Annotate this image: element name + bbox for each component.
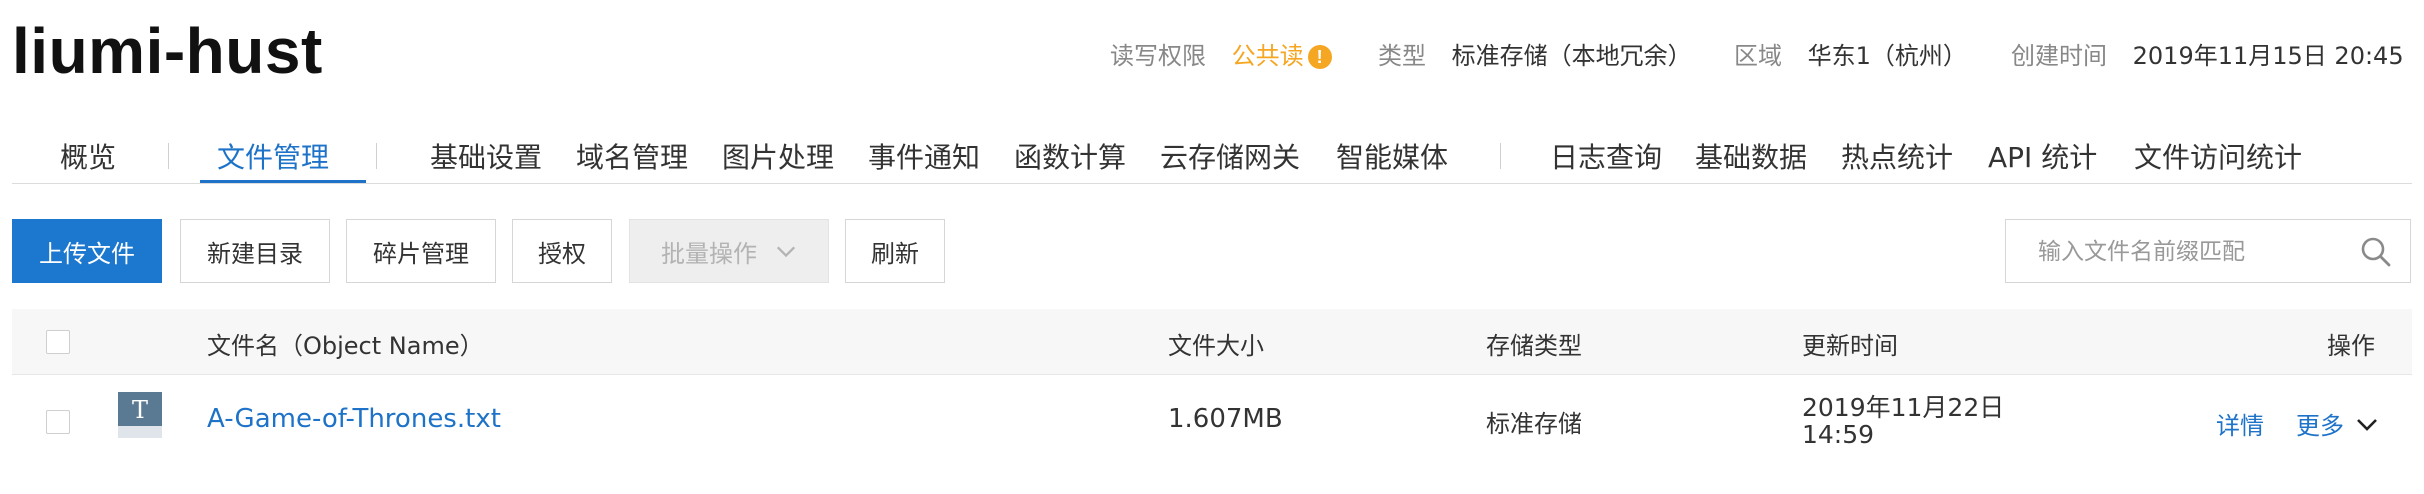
acl-value: 公共读 xyxy=(1231,42,1304,70)
tab-intelligent-media[interactable]: 智能媒体 xyxy=(1336,136,1448,176)
column-header-actions: 操作 xyxy=(2327,332,2375,360)
row-checkbox[interactable] xyxy=(46,410,70,434)
column-header-storage: 存储类型 xyxy=(1486,332,1582,360)
warning-icon[interactable]: ! xyxy=(1307,45,1332,69)
created-label: 创建时间 xyxy=(2011,42,2107,70)
chevron-down-icon[interactable] xyxy=(2355,412,2379,436)
active-tab-indicator xyxy=(200,180,366,183)
tab-overview[interactable]: 概览 xyxy=(60,136,116,176)
tab-storage-gateway[interactable]: 云存储网关 xyxy=(1160,136,1300,176)
batch-operation-label: 批量操作 xyxy=(661,239,757,268)
type-meta: 类型 标准存储（本地冗余） xyxy=(1378,36,1692,71)
search-box xyxy=(2005,219,2411,283)
new-directory-button[interactable]: 新建目录 xyxy=(180,219,330,283)
tab-log-query[interactable]: 日志查询 xyxy=(1550,136,1662,176)
tab-function-compute[interactable]: 函数计算 xyxy=(1014,136,1126,176)
tab-divider xyxy=(168,143,169,169)
file-size: 1.607MB xyxy=(1168,404,1283,434)
tabs-divider xyxy=(12,183,2412,184)
column-header-size: 文件大小 xyxy=(1168,332,1264,360)
search-icon[interactable] xyxy=(2360,236,2392,268)
tab-file-access-stats[interactable]: 文件访问统计 xyxy=(2134,136,2302,176)
updated-time: 14:59 xyxy=(1802,420,1875,449)
refresh-button[interactable]: 刷新 xyxy=(845,219,945,283)
select-all-checkbox[interactable] xyxy=(46,330,70,354)
bucket-name: liumi-hust xyxy=(12,15,323,87)
column-header-name: 文件名（Object Name） xyxy=(207,332,484,360)
authorize-button[interactable]: 授权 xyxy=(512,219,612,283)
type-label: 类型 xyxy=(1378,42,1426,70)
fragment-management-button[interactable]: 碎片管理 xyxy=(346,219,496,283)
region-label: 区域 xyxy=(1734,42,1782,70)
tab-domain-management[interactable]: 域名管理 xyxy=(576,136,688,176)
region-value: 华东1（杭州） xyxy=(1807,42,1967,70)
tab-file-management[interactable]: 文件管理 xyxy=(217,136,329,176)
file-name-link[interactable]: A-Game-of-Thrones.txt xyxy=(207,404,501,434)
acl-meta: 读写权限 公共读! xyxy=(1110,36,1332,71)
acl-label: 读写权限 xyxy=(1110,42,1206,70)
tab-divider xyxy=(376,143,377,169)
more-link[interactable]: 更多 xyxy=(2296,406,2344,441)
storage-type: 标准存储 xyxy=(1486,410,1582,438)
tab-divider xyxy=(1500,143,1501,169)
tab-basic-data[interactable]: 基础数据 xyxy=(1695,136,1807,176)
detail-link[interactable]: 详情 xyxy=(2216,406,2264,441)
upload-file-button[interactable]: 上传文件 xyxy=(12,219,162,283)
file-type-letter: T xyxy=(132,396,148,424)
chevron-down-icon xyxy=(776,246,796,258)
batch-operation-button[interactable]: 批量操作 xyxy=(629,219,829,283)
tab-api-stats[interactable]: API 统计 xyxy=(1988,136,2097,176)
region-meta: 区域 华东1（杭州） xyxy=(1734,36,1967,71)
search-input[interactable] xyxy=(2036,234,2350,270)
tab-image-processing[interactable]: 图片处理 xyxy=(722,136,834,176)
type-value: 标准存储（本地冗余） xyxy=(1451,42,1692,70)
tab-hotspot-stats[interactable]: 热点统计 xyxy=(1841,136,1953,176)
column-header-updated: 更新时间 xyxy=(1802,332,1898,360)
created-meta: 创建时间 2019年11月15日 20:45 xyxy=(2011,36,2404,71)
tab-event-notification[interactable]: 事件通知 xyxy=(868,136,980,176)
created-value: 2019年11月15日 20:45 xyxy=(2132,42,2404,70)
tab-basic-settings[interactable]: 基础设置 xyxy=(430,136,542,176)
updated-date: 2019年11月22日 xyxy=(1802,393,2005,422)
text-file-icon: T xyxy=(118,392,162,438)
